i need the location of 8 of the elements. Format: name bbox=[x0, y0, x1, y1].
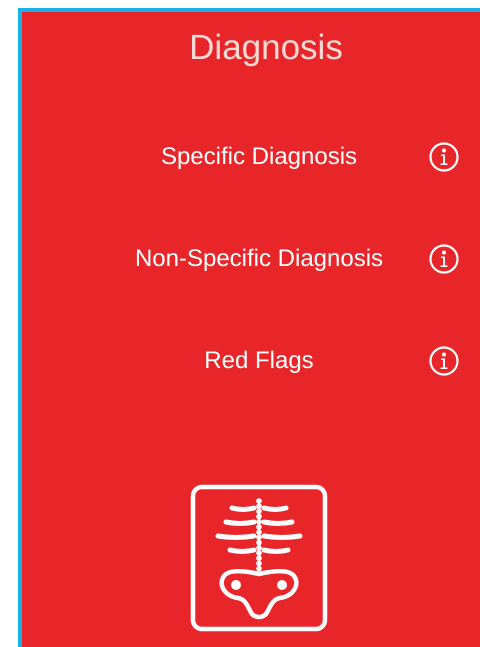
info-button[interactable] bbox=[428, 243, 460, 275]
info-button[interactable] bbox=[428, 141, 460, 173]
screen-title: Diagnosis bbox=[188, 28, 344, 68]
menu-item[interactable]: Non-Specific Diagnosis bbox=[100, 245, 418, 273]
xray-skeleton-icon bbox=[190, 484, 328, 632]
info-button[interactable] bbox=[428, 345, 460, 377]
menu-item[interactable]: Specific Diagnosis bbox=[100, 143, 418, 171]
menu-item[interactable]: Red Flags bbox=[100, 347, 418, 375]
